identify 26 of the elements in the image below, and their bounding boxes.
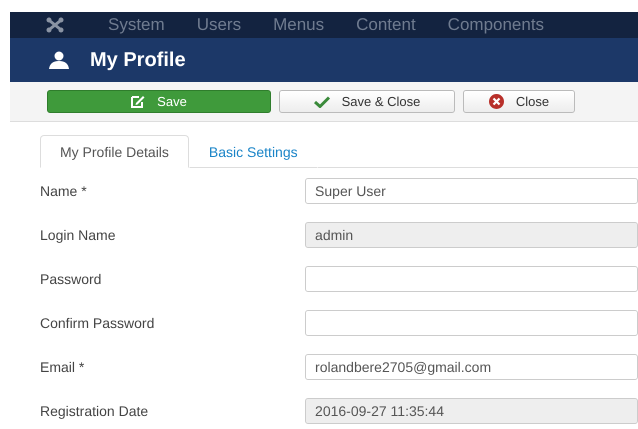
- close-button[interactable]: Close: [463, 90, 575, 113]
- check-icon: [314, 96, 330, 108]
- menu-item[interactable]: System: [108, 15, 165, 35]
- edit-icon: [131, 95, 146, 108]
- menu-item[interactable]: Content: [356, 15, 416, 35]
- tab[interactable]: My Profile Details: [40, 135, 189, 168]
- input-field[interactable]: [305, 266, 638, 292]
- save-button[interactable]: Save: [47, 90, 271, 113]
- input-field[interactable]: rolandbere2705@gmail.com: [305, 354, 638, 380]
- tab[interactable]: Basic Settings: [188, 135, 318, 168]
- field-label: Name *: [40, 183, 88, 199]
- field-label: Login Name: [40, 227, 116, 243]
- user-icon: [48, 51, 70, 69]
- logo-icon[interactable]: [46, 17, 64, 33]
- menu-item[interactable]: Menus: [273, 15, 324, 35]
- field-label: Password: [40, 271, 102, 287]
- input-field[interactable]: [305, 310, 638, 336]
- field-label: Email *: [40, 359, 86, 375]
- page-title: My Profile: [90, 48, 186, 72]
- save-and-close-button[interactable]: Save & Close: [279, 90, 455, 113]
- field-label: Confirm Password: [40, 315, 156, 331]
- menu-item[interactable]: Components: [448, 15, 544, 35]
- menu-item[interactable]: Users: [196, 15, 242, 35]
- field-label: Registration Date: [40, 403, 150, 419]
- close-icon: [488, 94, 504, 109]
- input-field[interactable]: Super User: [305, 178, 638, 204]
